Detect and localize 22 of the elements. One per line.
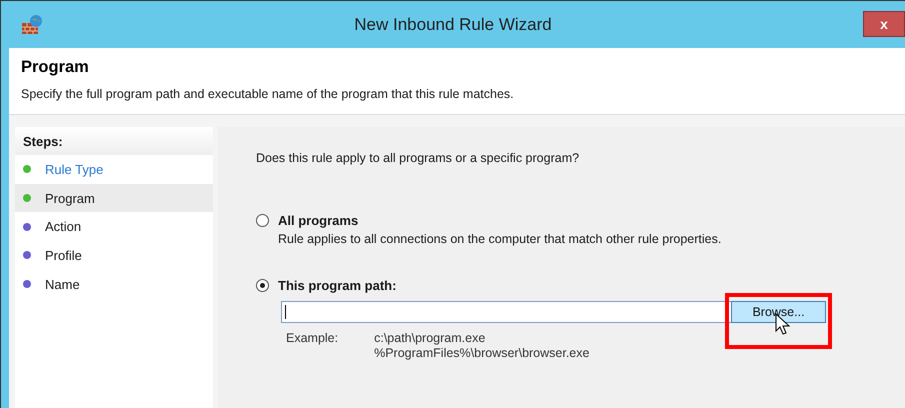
page-description: Specify the full program path and executable name of the program that this rule matches. <box>21 87 514 101</box>
firewall-globe-icon <box>21 14 43 36</box>
example-path: c:\path\program.exe <box>374 331 486 345</box>
radio-button[interactable] <box>256 214 269 227</box>
steps-heading: Steps: <box>23 134 63 148</box>
page-title: Program <box>21 58 89 77</box>
program-path-field[interactable] <box>281 301 731 323</box>
example-path: %ProgramFiles%\browser\browser.exe <box>374 346 590 360</box>
step-item[interactable]: Profile <box>15 241 213 270</box>
step-item[interactable]: Name <box>15 270 213 298</box>
close-button[interactable]: x <box>863 11 905 37</box>
step-link[interactable]: Rule Type <box>15 155 213 184</box>
window-title: New Inbound Rule Wizard <box>354 14 552 34</box>
option-label[interactable]: This program path: <box>278 278 396 293</box>
step-item[interactable]: Program <box>15 184 213 212</box>
option-description: Rule applies to all connections on the computer that match other rule properties. <box>278 232 722 246</box>
question-text: Does this rule apply to all programs or a specific program? <box>256 151 580 165</box>
example-label: Example: <box>286 331 338 347</box>
radio-button[interactable] <box>256 279 269 292</box>
step-item[interactable]: Action <box>15 212 213 242</box>
browse-button[interactable]: Browse... <box>731 301 826 323</box>
option-label[interactable]: All programs <box>278 213 722 228</box>
